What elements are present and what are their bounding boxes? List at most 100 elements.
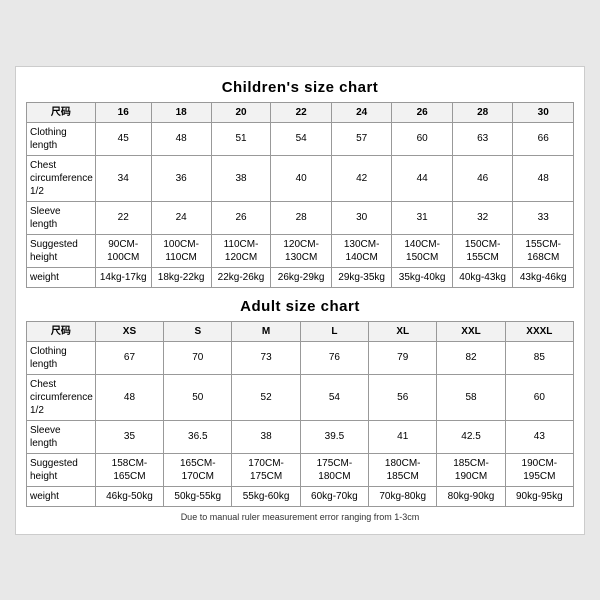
table-cell: 180CM-185CM: [369, 453, 437, 486]
row-label: Clothing length: [27, 341, 96, 374]
table-cell: 35: [95, 420, 163, 453]
table-cell: 79: [369, 341, 437, 374]
table-cell: 120CM-130CM: [271, 234, 332, 267]
table-cell: 44: [392, 155, 453, 201]
table-cell: 38: [232, 420, 300, 453]
column-header: 16: [95, 102, 151, 122]
table-cell: 48: [513, 155, 574, 201]
table-cell: 26: [211, 201, 271, 234]
table-row: Chest circumference 1/248505254565860: [27, 374, 574, 420]
row-label: Sleeve length: [27, 201, 96, 234]
table-cell: 60kg-70kg: [300, 486, 368, 506]
table-cell: 56: [369, 374, 437, 420]
table-cell: 54: [271, 122, 332, 155]
size-chart-container: Children's size chart 尺码1618202224262830…: [15, 66, 585, 535]
table-cell: 70kg-80kg: [369, 486, 437, 506]
table-cell: 32: [452, 201, 513, 234]
column-header: 20: [211, 102, 271, 122]
table-cell: 30: [331, 201, 392, 234]
table-cell: 54: [300, 374, 368, 420]
table-cell: 39.5: [300, 420, 368, 453]
footnote-text: Due to manual ruler measurement error ra…: [26, 512, 574, 522]
table-cell: 158CM-165CM: [95, 453, 163, 486]
table-cell: 155CM-168CM: [513, 234, 574, 267]
table-cell: 100CM-110CM: [151, 234, 211, 267]
adult-size-table: 尺码XSSMLXLXXLXXXLClothing length677073767…: [26, 321, 574, 507]
table-row: weight14kg-17kg18kg-22kg22kg-26kg26kg-29…: [27, 267, 574, 287]
table-cell: 18kg-22kg: [151, 267, 211, 287]
table-row: Clothing length4548515457606366: [27, 122, 574, 155]
table-cell: 90kg-95kg: [505, 486, 573, 506]
column-header: L: [300, 321, 368, 341]
table-cell: 36: [151, 155, 211, 201]
table-cell: 60: [392, 122, 453, 155]
row-label: Chest circumference 1/2: [27, 374, 96, 420]
table-cell: 22kg-26kg: [211, 267, 271, 287]
table-row: Suggested height158CM-165CM165CM-170CM 17…: [27, 453, 574, 486]
column-header: 尺码: [27, 321, 96, 341]
table-row: Sleeve length3536.53839.54142.543: [27, 420, 574, 453]
table-cell: 36.5: [164, 420, 232, 453]
table-cell: 43: [505, 420, 573, 453]
row-label: Suggested height: [27, 453, 96, 486]
table-cell: 38: [211, 155, 271, 201]
row-label: Chest circumference 1/2: [27, 155, 96, 201]
table-cell: 43kg-46kg: [513, 267, 574, 287]
table-cell: 52: [232, 374, 300, 420]
table-cell: 26kg-29kg: [271, 267, 332, 287]
table-cell: 55kg-60kg: [232, 486, 300, 506]
table-cell: 67: [95, 341, 163, 374]
row-label: Clothing length: [27, 122, 96, 155]
row-label: weight: [27, 267, 96, 287]
column-header: 30: [513, 102, 574, 122]
table-cell: 42: [331, 155, 392, 201]
table-row: Suggested height90CM-100CM100CM-110CM110…: [27, 234, 574, 267]
column-header: XXL: [437, 321, 505, 341]
column-header: 26: [392, 102, 453, 122]
table-cell: 185CM-190CM: [437, 453, 505, 486]
table-cell: 33: [513, 201, 574, 234]
table-cell: 22: [95, 201, 151, 234]
column-header: 18: [151, 102, 211, 122]
column-header: 尺码: [27, 102, 96, 122]
table-cell: 60: [505, 374, 573, 420]
column-header: 24: [331, 102, 392, 122]
table-cell: 85: [505, 341, 573, 374]
column-header: XXXL: [505, 321, 573, 341]
column-header: S: [164, 321, 232, 341]
table-cell: 140CM-150CM: [392, 234, 453, 267]
table-cell: 130CM-140CM: [331, 234, 392, 267]
column-header: 28: [452, 102, 513, 122]
table-cell: 45: [95, 122, 151, 155]
table-cell: 40kg-43kg: [452, 267, 513, 287]
column-header: XS: [95, 321, 163, 341]
table-cell: 90CM-100CM: [95, 234, 151, 267]
table-cell: 66: [513, 122, 574, 155]
table-cell: 29kg-35kg: [331, 267, 392, 287]
table-cell: 175CM-180CM: [300, 453, 368, 486]
table-cell: 50kg-55kg: [164, 486, 232, 506]
table-cell: 31: [392, 201, 453, 234]
table-cell: 165CM-170CM: [164, 453, 232, 486]
table-cell: 150CM-155CM: [452, 234, 513, 267]
table-cell: 28: [271, 201, 332, 234]
column-header: XL: [369, 321, 437, 341]
row-label: Suggested height: [27, 234, 96, 267]
row-label: Sleeve length: [27, 420, 96, 453]
table-cell: 35kg-40kg: [392, 267, 453, 287]
table-cell: 63: [452, 122, 513, 155]
column-header: M: [232, 321, 300, 341]
table-cell: 14kg-17kg: [95, 267, 151, 287]
table-cell: 24: [151, 201, 211, 234]
table-cell: 50: [164, 374, 232, 420]
column-header: 22: [271, 102, 332, 122]
table-row: Chest circumference 1/23436384042444648: [27, 155, 574, 201]
children-size-table: 尺码1618202224262830Clothing length4548515…: [26, 102, 574, 288]
table-cell: 46: [452, 155, 513, 201]
table-cell: 110CM-120CM: [211, 234, 271, 267]
table-cell: 76: [300, 341, 368, 374]
table-cell: 34: [95, 155, 151, 201]
table-cell: 190CM-195CM: [505, 453, 573, 486]
table-cell: 58: [437, 374, 505, 420]
table-cell: 80kg-90kg: [437, 486, 505, 506]
